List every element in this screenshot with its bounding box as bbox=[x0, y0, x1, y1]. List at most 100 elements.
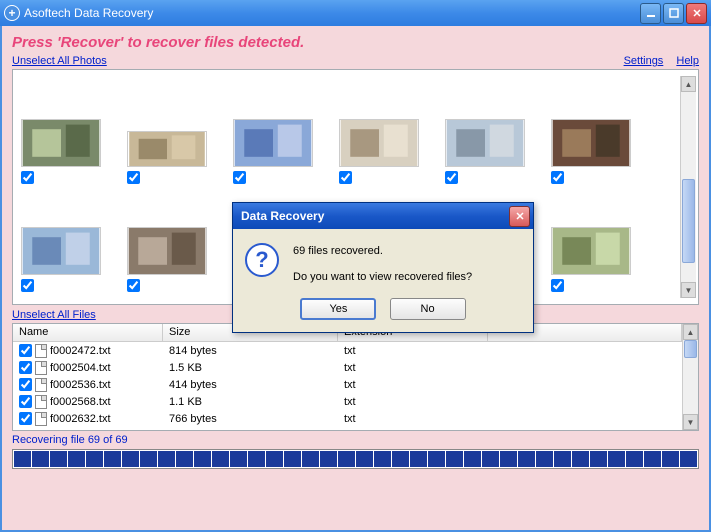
dialog-close-button[interactable] bbox=[509, 206, 530, 227]
progress-segment bbox=[284, 451, 301, 467]
photo-thumb[interactable] bbox=[445, 119, 525, 167]
progress-segment bbox=[554, 451, 571, 467]
progress-segment bbox=[122, 451, 139, 467]
photo-checkbox[interactable] bbox=[445, 171, 458, 184]
progress-segment bbox=[644, 451, 661, 467]
file-name: f0002536.txt bbox=[50, 379, 111, 391]
progress-segment bbox=[536, 451, 553, 467]
file-name: f0002472.txt bbox=[50, 345, 111, 357]
file-checkbox[interactable] bbox=[19, 344, 32, 357]
progress-segment bbox=[392, 451, 409, 467]
scroll-up-arrow[interactable]: ▲ bbox=[681, 76, 696, 92]
progress-segment bbox=[212, 451, 229, 467]
file-panel: Name Size Extension f0002472.txt814 byte… bbox=[12, 323, 699, 431]
no-button[interactable]: No bbox=[390, 298, 466, 320]
thumb-cell bbox=[21, 292, 127, 298]
file-scrollbar[interactable]: ▲ ▼ bbox=[682, 324, 698, 430]
progress-segment bbox=[230, 451, 247, 467]
photo-checkbox[interactable] bbox=[233, 171, 246, 184]
dialog-titlebar[interactable]: Data Recovery bbox=[233, 203, 533, 229]
recovery-dialog: Data Recovery ? 69 files recovered. Do y… bbox=[232, 202, 534, 333]
thumb-cell bbox=[21, 76, 127, 184]
progress-segment bbox=[320, 451, 337, 467]
dialog-message: 69 files recovered. Do you want to view … bbox=[293, 243, 472, 286]
maximize-button[interactable] bbox=[663, 3, 684, 24]
file-row[interactable]: f0002536.txt414 bytestxt bbox=[13, 376, 682, 393]
progress-segment bbox=[626, 451, 643, 467]
file-checkbox[interactable] bbox=[19, 378, 32, 391]
photo-thumb[interactable] bbox=[551, 227, 631, 275]
photo-thumb[interactable] bbox=[339, 119, 419, 167]
progress-segment bbox=[86, 451, 103, 467]
file-ext: txt bbox=[338, 396, 488, 408]
photo-checkbox[interactable] bbox=[127, 279, 140, 292]
file-size: 1.1 KB bbox=[163, 396, 338, 408]
progress-segment bbox=[590, 451, 607, 467]
photo-checkbox[interactable] bbox=[21, 279, 34, 292]
settings-link[interactable]: Settings bbox=[624, 55, 664, 67]
progress-segment bbox=[14, 451, 31, 467]
progress-segment bbox=[410, 451, 427, 467]
thumb-cell bbox=[551, 76, 657, 184]
file-row[interactable]: f0002632.txt766 bytestxt bbox=[13, 410, 682, 427]
file-icon bbox=[35, 344, 47, 358]
progress-segment bbox=[158, 451, 175, 467]
file-row[interactable]: f0002472.txt 814 bytestxt bbox=[13, 342, 682, 359]
file-checkbox[interactable] bbox=[19, 412, 32, 425]
photo-checkbox[interactable] bbox=[127, 171, 140, 184]
progress-segment bbox=[374, 451, 391, 467]
progress-segment bbox=[662, 451, 679, 467]
file-row[interactable]: f0002504.txt1.5 KBtxt bbox=[13, 359, 682, 376]
unselect-files-link[interactable]: Unselect All Files bbox=[12, 309, 96, 321]
yes-button[interactable]: Yes bbox=[300, 298, 376, 320]
progress-segment bbox=[356, 451, 373, 467]
progress-segment bbox=[302, 451, 319, 467]
unselect-photos-link[interactable]: Unselect All Photos bbox=[12, 55, 107, 67]
file-checkbox[interactable] bbox=[19, 395, 32, 408]
progress-segment bbox=[464, 451, 481, 467]
progress-segment bbox=[32, 451, 49, 467]
file-size: 814 bytes bbox=[163, 345, 338, 357]
photo-checkbox[interactable] bbox=[339, 171, 352, 184]
scroll-down-arrow[interactable]: ▼ bbox=[681, 282, 696, 298]
file-row[interactable]: f0002568.txt1.1 KBtxt bbox=[13, 393, 682, 410]
progress-segment bbox=[68, 451, 85, 467]
minimize-button[interactable] bbox=[640, 3, 661, 24]
thumb-cell bbox=[551, 184, 657, 292]
file-scroll-down-arrow[interactable]: ▼ bbox=[683, 414, 698, 430]
file-ext: txt bbox=[338, 345, 488, 357]
file-scroll-thumb[interactable] bbox=[684, 340, 697, 358]
photo-thumb[interactable] bbox=[127, 227, 207, 275]
app-title: Asoftech Data Recovery bbox=[24, 6, 638, 20]
photo-checkbox[interactable] bbox=[551, 279, 564, 292]
progress-segment bbox=[176, 451, 193, 467]
file-checkbox[interactable] bbox=[19, 361, 32, 374]
help-link[interactable]: Help bbox=[676, 55, 699, 67]
photo-thumb[interactable] bbox=[233, 119, 313, 167]
photo-checkbox[interactable] bbox=[551, 171, 564, 184]
file-scroll-up-arrow[interactable]: ▲ bbox=[683, 324, 698, 340]
dialog-line2: Do you want to view recovered files? bbox=[293, 269, 472, 287]
photo-thumb[interactable] bbox=[127, 131, 207, 167]
file-name: f0002504.txt bbox=[50, 362, 111, 374]
progress-segment bbox=[482, 451, 499, 467]
thumb-cell bbox=[21, 184, 127, 292]
progress-segment bbox=[266, 451, 283, 467]
file-name: f0002632.txt bbox=[50, 413, 111, 425]
scroll-thumb[interactable] bbox=[682, 179, 695, 263]
progress-segment bbox=[446, 451, 463, 467]
top-link-row: Unselect All Photos Settings Help bbox=[12, 55, 699, 69]
progress-segment bbox=[140, 451, 157, 467]
col-name[interactable]: Name bbox=[13, 324, 163, 341]
photo-thumb[interactable] bbox=[21, 119, 101, 167]
thumb-cell bbox=[445, 76, 551, 184]
progress-segment bbox=[248, 451, 265, 467]
app-icon: + bbox=[4, 5, 20, 21]
photo-thumb[interactable] bbox=[551, 119, 631, 167]
dialog-line1: 69 files recovered. bbox=[293, 243, 472, 261]
close-button[interactable] bbox=[686, 3, 707, 24]
photo-scrollbar[interactable]: ▲ ▼ bbox=[680, 76, 696, 298]
progress-segment bbox=[500, 451, 517, 467]
photo-checkbox[interactable] bbox=[21, 171, 34, 184]
photo-thumb[interactable] bbox=[21, 227, 101, 275]
